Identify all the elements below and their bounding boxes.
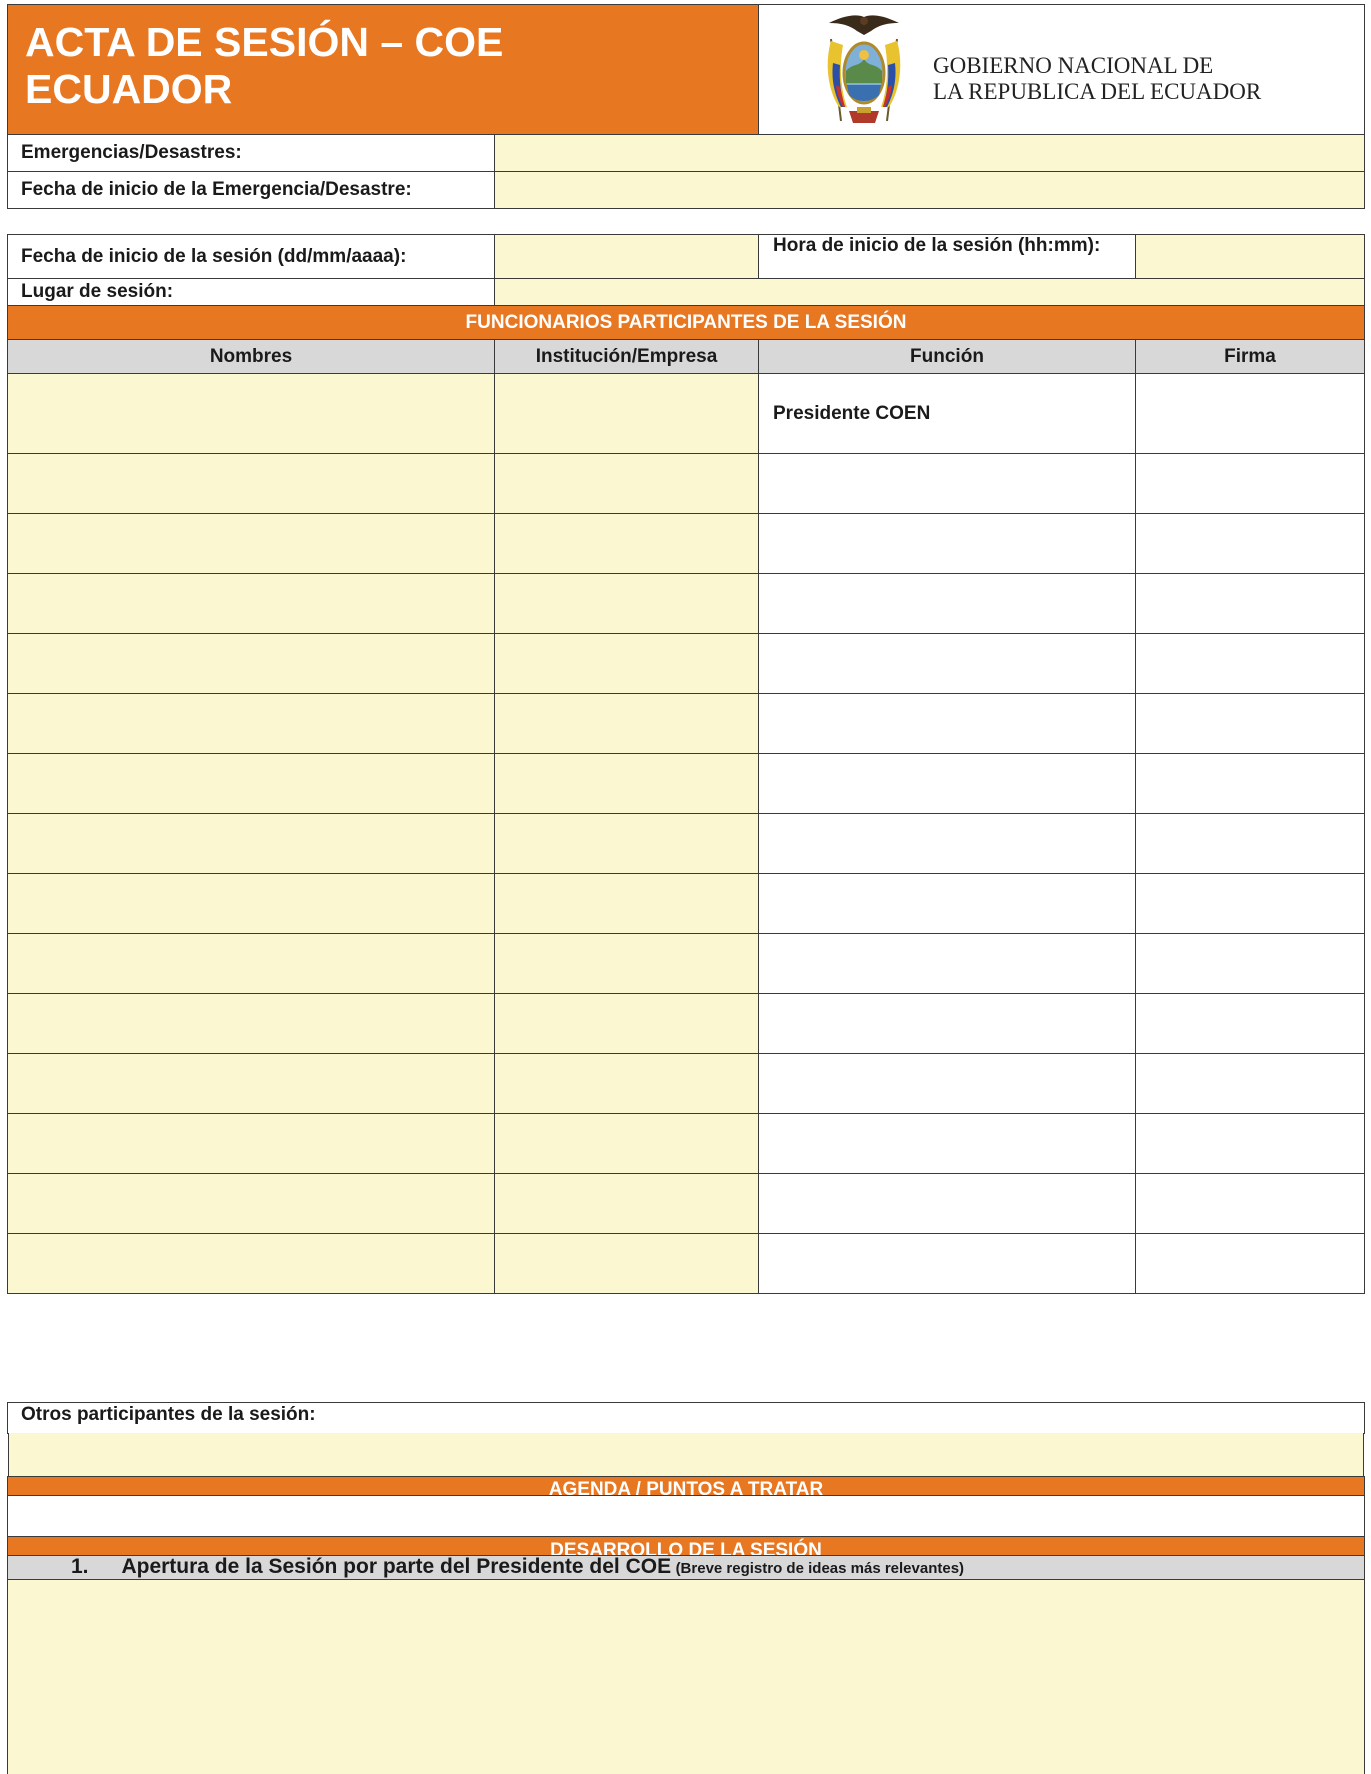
- cell-firma[interactable]: [1135, 813, 1365, 874]
- cell-institucion[interactable]: [494, 453, 759, 514]
- page-title: ACTA DE SESIÓN – COE: [25, 19, 504, 65]
- cell-nombre[interactable]: [7, 453, 495, 514]
- otros-participantes-label: Otros participantes de la sesión:: [7, 1402, 1365, 1434]
- cell-nombre[interactable]: [7, 573, 495, 634]
- cell-institucion[interactable]: [494, 753, 759, 814]
- cell-firma[interactable]: [1135, 513, 1365, 574]
- fecha-sesion-field[interactable]: [494, 234, 759, 279]
- cell-firma[interactable]: [1135, 1173, 1365, 1234]
- cell-nombre[interactable]: [7, 1233, 495, 1294]
- cell-funcion[interactable]: [758, 633, 1136, 694]
- cell-institucion[interactable]: [494, 633, 759, 694]
- hora-sesion-field[interactable]: [1135, 234, 1365, 279]
- cell-funcion[interactable]: [758, 813, 1136, 874]
- otros-participantes-text: Otros participantes de la sesión:: [21, 1404, 316, 1425]
- cell-nombre[interactable]: [7, 873, 495, 934]
- desarrollo-section-header: DESARROLLO DE LA SESIÓN: [7, 1536, 1365, 1556]
- cell-nombre[interactable]: [7, 993, 495, 1054]
- lugar-sesion-label: Lugar de sesión:: [7, 278, 495, 306]
- cell-firma[interactable]: [1135, 693, 1365, 754]
- cell-funcion[interactable]: [758, 573, 1136, 634]
- cell-funcion[interactable]: [758, 693, 1136, 754]
- cell-funcion[interactable]: Presidente COEN: [758, 373, 1136, 454]
- government-name: GOBIERNO NACIONAL DE LA REPUBLICA DEL EC…: [933, 53, 1353, 105]
- cell-firma[interactable]: [1135, 1113, 1365, 1174]
- cell-institucion[interactable]: [494, 873, 759, 934]
- ecuador-coat-of-arms-icon: [819, 11, 909, 131]
- government-header: GOBIERNO NACIONAL DE LA REPUBLICA DEL EC…: [758, 4, 1365, 135]
- item-note: (Breve registro de ideas más relevantes): [675, 1560, 965, 1577]
- cell-firma[interactable]: [1135, 373, 1365, 454]
- column-header-firma: Firma: [1135, 339, 1365, 374]
- cell-firma[interactable]: [1135, 753, 1365, 814]
- hora-sesion-label-text: Hora de inicio de la sesión (hh:mm):: [773, 235, 1101, 256]
- cell-funcion[interactable]: [758, 1173, 1136, 1234]
- cell-funcion[interactable]: [758, 453, 1136, 514]
- cell-firma[interactable]: [1135, 993, 1365, 1054]
- item-title: Apertura de la Sesión por parte del Pres…: [121, 1555, 672, 1578]
- cell-nombre[interactable]: [7, 1173, 495, 1234]
- lugar-sesion-field[interactable]: [494, 278, 1365, 306]
- cell-funcion[interactable]: [758, 753, 1136, 814]
- cell-institucion[interactable]: [494, 1053, 759, 1114]
- cell-nombre[interactable]: [7, 633, 495, 694]
- cell-firma[interactable]: [1135, 873, 1365, 934]
- column-header-funcion: Función: [758, 339, 1136, 374]
- page-title-line2: ECUADOR: [25, 66, 233, 112]
- cell-institucion[interactable]: [494, 573, 759, 634]
- column-header-nombres: Nombres: [7, 339, 495, 374]
- emergencias-label: Emergencias/Desastres:: [7, 134, 495, 172]
- cell-nombre[interactable]: [7, 513, 495, 574]
- cell-funcion[interactable]: [758, 993, 1136, 1054]
- cell-funcion[interactable]: [758, 1113, 1136, 1174]
- cell-nombre[interactable]: [7, 1053, 495, 1114]
- desarrollo-section-title: DESARROLLO DE LA SESIÓN: [550, 1540, 822, 1556]
- cell-funcion[interactable]: [758, 1233, 1136, 1294]
- cell-institucion[interactable]: [494, 933, 759, 994]
- item-number: 1.: [71, 1555, 89, 1578]
- cell-institucion[interactable]: [494, 813, 759, 874]
- desarrollo-item-header: 1. Apertura de la Sesión por parte del P…: [7, 1555, 1365, 1580]
- fecha-emergencia-field[interactable]: [494, 171, 1365, 209]
- cell-institucion[interactable]: [494, 1233, 759, 1294]
- participants-section-header: FUNCIONARIOS PARTICIPANTES DE LA SESIÓN: [7, 305, 1365, 340]
- cell-firma[interactable]: [1135, 573, 1365, 634]
- cell-institucion[interactable]: [494, 993, 759, 1054]
- cell-nombre[interactable]: [7, 933, 495, 994]
- fecha-sesion-label: Fecha de inicio de la sesión (dd/mm/aaaa…: [7, 234, 495, 279]
- cell-firma[interactable]: [1135, 1233, 1365, 1294]
- government-name-line2: LA REPUBLICA DEL ECUADOR: [933, 79, 1262, 104]
- agenda-field[interactable]: [7, 1495, 1365, 1537]
- cell-firma[interactable]: [1135, 453, 1365, 514]
- title-block: ACTA DE SESIÓN – COE ECUADOR: [7, 4, 759, 135]
- emergencias-field[interactable]: [494, 134, 1365, 172]
- agenda-section-header: AGENDA / PUNTOS A TRATAR: [7, 1476, 1365, 1496]
- cell-nombre[interactable]: [7, 1113, 495, 1174]
- cell-funcion[interactable]: [758, 873, 1136, 934]
- column-header-institucion: Institución/Empresa: [494, 339, 759, 374]
- otros-participantes-field[interactable]: [8, 1433, 1364, 1476]
- agenda-section-title: AGENDA / PUNTOS A TRATAR: [548, 1479, 824, 1496]
- cell-nombre[interactable]: [7, 813, 495, 874]
- cell-institucion[interactable]: [494, 513, 759, 574]
- government-name-line1: GOBIERNO NACIONAL DE: [933, 53, 1214, 78]
- cell-funcion[interactable]: [758, 1053, 1136, 1114]
- cell-funcion[interactable]: [758, 933, 1136, 994]
- cell-institucion[interactable]: [494, 693, 759, 754]
- fecha-emergencia-label: Fecha de inicio de la Emergencia/Desastr…: [7, 171, 495, 209]
- hora-sesion-label: Hora de inicio de la sesión (hh:mm):: [758, 234, 1136, 279]
- desarrollo-item-field[interactable]: [7, 1579, 1365, 1774]
- cell-firma[interactable]: [1135, 933, 1365, 994]
- cell-nombre[interactable]: [7, 373, 495, 454]
- cell-funcion[interactable]: [758, 513, 1136, 574]
- cell-firma[interactable]: [1135, 633, 1365, 694]
- cell-nombre[interactable]: [7, 693, 495, 754]
- cell-nombre[interactable]: [7, 753, 495, 814]
- cell-firma[interactable]: [1135, 1053, 1365, 1114]
- cell-institucion[interactable]: [494, 373, 759, 454]
- cell-institucion[interactable]: [494, 1113, 759, 1174]
- cell-institucion[interactable]: [494, 1173, 759, 1234]
